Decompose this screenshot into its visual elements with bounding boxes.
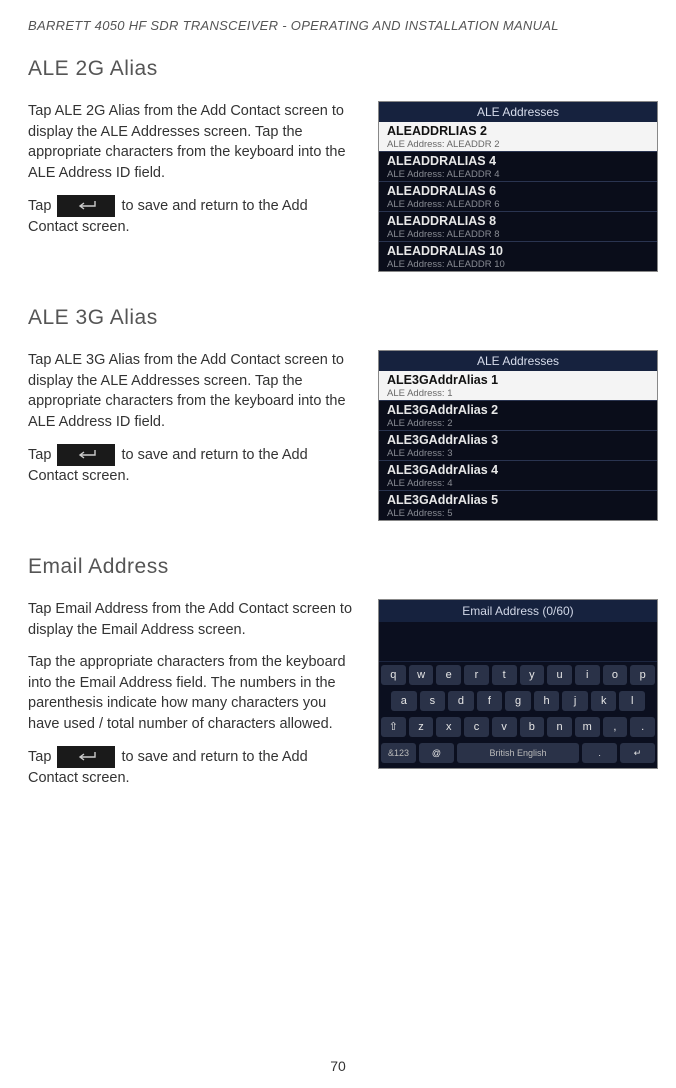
key-enter[interactable]: ↵ [620,743,655,763]
key-z[interactable]: z [409,717,434,737]
ale3g-text: Tap ALE 3G Alias from the Add Contact sc… [28,350,358,521]
key-f[interactable]: f [477,691,503,711]
list-item-subtitle: ALE Address: ALEADDR 8 [387,229,649,240]
key-w[interactable]: w [409,665,434,685]
text-strong: Email Address [55,601,148,617]
list-item-subtitle: ALE Address: 2 [387,418,649,429]
key-.[interactable]: . [630,717,655,737]
list-item[interactable]: ALEADDRALIAS 4ALE Address: ALEADDR 4 [379,151,657,181]
list-item-title: ALE3GAddrAlias 3 [387,433,649,447]
key-j[interactable]: j [562,691,588,711]
list-item-title: ALEADDRALIAS 4 [387,154,649,168]
key-g[interactable]: g [505,691,531,711]
key-⇧[interactable]: ⇧ [381,717,406,737]
list-item-subtitle: ALE Address: 1 [387,388,649,399]
text-strong: ALE 3G Alias [55,352,140,368]
enter-icon [57,746,115,768]
list-item-title: ALEADDRLIAS 2 [387,124,649,138]
key-e[interactable]: e [436,665,461,685]
key-b[interactable]: b [520,717,545,737]
list-item-subtitle: ALE Address: ALEADDR 10 [387,259,649,270]
email-screenshot: Email Address (0/60) qwertyuiop asdfghjk… [378,599,658,769]
screenshot-title: Email Address (0/60) [379,600,657,622]
key-x[interactable]: x [436,717,461,737]
key-l[interactable]: l [619,691,645,711]
list-item-title: ALEADDRALIAS 8 [387,214,649,228]
text-strong: ALE 2G Alias [55,103,140,119]
enter-icon [57,195,115,217]
key-k[interactable]: k [591,691,617,711]
screenshot-title: ALE Addresses [379,351,657,371]
key-s[interactable]: s [420,691,446,711]
key-y[interactable]: y [520,665,545,685]
key-,[interactable]: , [603,717,628,737]
list-item[interactable]: ALEADDRALIAS 6ALE Address: ALEADDR 6 [379,181,657,211]
ale3g-screenshot: ALE Addresses ALE3GAddrAlias 1ALE Addres… [378,350,658,521]
text: Tap [28,103,55,119]
text: Tap [28,447,55,463]
ale2g-screenshot: ALE Addresses ALEADDRLIAS 2ALE Address: … [378,101,658,272]
key-space[interactable]: British English [457,743,579,763]
list-item-title: ALE3GAddrAlias 1 [387,373,649,387]
key-dot[interactable]: . [582,743,617,763]
key-p[interactable]: p [630,665,655,685]
section-ale3g: Tap ALE 3G Alias from the Add Contact sc… [28,350,648,521]
key-symbols[interactable]: &123 [381,743,416,763]
list-item-title: ALE3GAddrAlias 2 [387,403,649,417]
text: Tap [28,749,55,765]
list-item-subtitle: ALE Address: ALEADDR 2 [387,139,649,150]
list-item-title: ALE3GAddrAlias 4 [387,463,649,477]
text: Tap [28,198,55,214]
key-at[interactable]: @ [419,743,454,763]
list-item-title: ALEADDRALIAS 10 [387,244,649,258]
page-header: BARRETT 4050 HF SDR TRANSCEIVER - OPERAT… [28,18,648,33]
key-u[interactable]: u [547,665,572,685]
list-item[interactable]: ALE3GAddrAlias 3ALE Address: 3 [379,430,657,460]
list-item[interactable]: ALEADDRLIAS 2ALE Address: ALEADDR 2 [379,122,657,151]
key-o[interactable]: o [603,665,628,685]
list-item[interactable]: ALE3GAddrAlias 5ALE Address: 5 [379,490,657,520]
email-text: Tap Email Address from the Add Contact s… [28,599,358,801]
list-item-title: ALEADDRALIAS 6 [387,184,649,198]
screenshot-title: ALE Addresses [379,102,657,122]
key-i[interactable]: i [575,665,600,685]
list-item[interactable]: ALE3GAddrAlias 2ALE Address: 2 [379,400,657,430]
key-n[interactable]: n [547,717,572,737]
list-item[interactable]: ALEADDRALIAS 10ALE Address: ALEADDR 10 [379,241,657,271]
list-item[interactable]: ALEADDRALIAS 8ALE Address: ALEADDR 8 [379,211,657,241]
list-item-subtitle: ALE Address: 5 [387,508,649,519]
list-item[interactable]: ALE3GAddrAlias 1ALE Address: 1 [379,371,657,400]
section-heading-ale2g: ALE 2G Alias [28,57,648,81]
list-item[interactable]: ALE3GAddrAlias 4ALE Address: 4 [379,460,657,490]
key-a[interactable]: a [391,691,417,711]
key-t[interactable]: t [492,665,517,685]
key-d[interactable]: d [448,691,474,711]
text: Tap [28,601,55,617]
section-ale2g: Tap ALE 2G Alias from the Add Contact sc… [28,101,648,272]
key-c[interactable]: c [464,717,489,737]
text: Tap [28,352,55,368]
text: Tap the appropriate characters from the … [28,652,358,734]
page-number: 70 [330,1058,346,1074]
section-heading-email: Email Address [28,555,648,579]
key-h[interactable]: h [534,691,560,711]
key-m[interactable]: m [575,717,600,737]
enter-icon [57,444,115,466]
section-email: Tap Email Address from the Add Contact s… [28,599,648,801]
list-item-subtitle: ALE Address: ALEADDR 4 [387,169,649,180]
list-item-title: ALE3GAddrAlias 5 [387,493,649,507]
list-item-subtitle: ALE Address: 3 [387,448,649,459]
list-item-subtitle: ALE Address: 4 [387,478,649,489]
key-r[interactable]: r [464,665,489,685]
ale2g-text: Tap ALE 2G Alias from the Add Contact sc… [28,101,358,272]
key-q[interactable]: q [381,665,406,685]
key-v[interactable]: v [492,717,517,737]
list-item-subtitle: ALE Address: ALEADDR 6 [387,199,649,210]
section-heading-ale3g: ALE 3G Alias [28,306,648,330]
